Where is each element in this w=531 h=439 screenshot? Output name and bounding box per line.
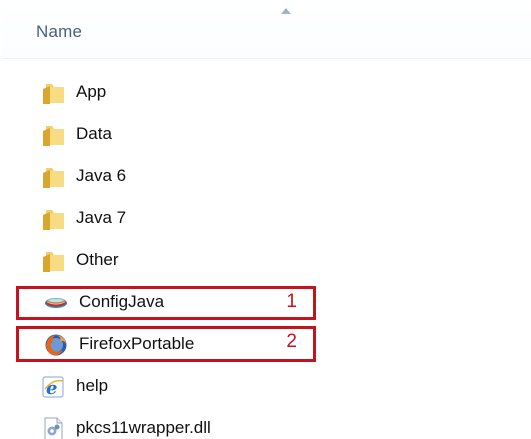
file-explorer-pane: Name App Data Java 6 Java 7 Other 1 Conf…	[0, 0, 531, 439]
list-item-label: FirefoxPortable	[79, 334, 195, 353]
list-item-label: ConfigJava	[79, 292, 165, 311]
list-item-firefoxportable[interactable]: 2 FirefoxPortable	[2, 324, 531, 366]
folder-icon	[43, 210, 64, 230]
list-item-help[interactable]: e help	[2, 366, 531, 408]
list-item-label: App	[76, 82, 107, 101]
list-item-label: Java 6	[76, 166, 127, 185]
list-item-configjava[interactable]: 1 ConfigJava	[2, 282, 531, 324]
list-item-label: pkcs11wrapper.dll	[76, 418, 211, 437]
firefox-icon	[45, 334, 67, 356]
java-app-icon	[45, 298, 67, 308]
list-item-app[interactable]: App	[2, 72, 531, 114]
list-item-java-6[interactable]: Java 6	[2, 156, 531, 198]
list-item-label: Data	[76, 124, 112, 143]
folder-icon	[43, 252, 64, 272]
list-item-label: help	[76, 376, 109, 395]
file-list: App Data Java 6 Java 7 Other 1 ConfigJav…	[2, 72, 531, 439]
sort-ascending-icon[interactable]	[280, 7, 292, 15]
folder-icon	[43, 168, 64, 188]
internet-explorer-icon: e	[42, 376, 64, 399]
list-item-pkcs11wrapper-dll[interactable]: pkcs11wrapper.dll	[2, 408, 531, 439]
list-item-label: Java 7	[76, 208, 127, 227]
list-item-label: Other	[76, 250, 119, 269]
list-item-other[interactable]: Other	[2, 240, 531, 282]
list-item-data[interactable]: Data	[2, 114, 531, 156]
callout-number: 2	[286, 331, 297, 352]
folder-icon	[43, 84, 64, 104]
column-header-name[interactable]: Name	[36, 22, 82, 42]
column-header[interactable]: Name	[2, 0, 531, 59]
callout-number: 1	[286, 291, 297, 312]
list-item-java-7[interactable]: Java 7	[2, 198, 531, 240]
dll-file-icon	[44, 417, 63, 439]
folder-icon	[43, 126, 64, 146]
